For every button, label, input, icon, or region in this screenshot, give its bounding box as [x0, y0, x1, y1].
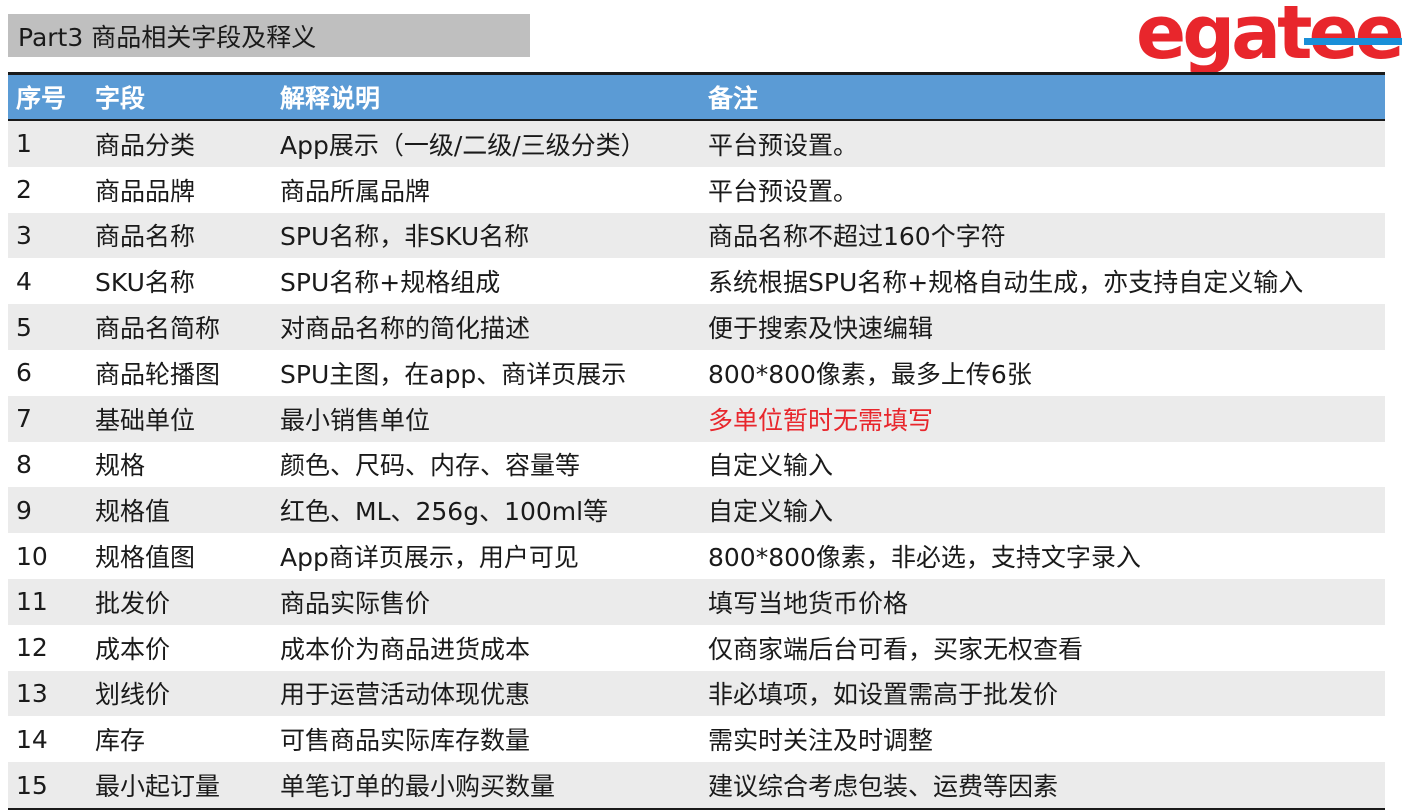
explanation-cell: SPU主图，在app、商详页展示 [280, 359, 627, 389]
index-cell: 13 [16, 678, 48, 708]
section-title-bar: Part3 商品相关字段及释义 [8, 14, 530, 57]
explanation-cell: 颜色、尺码、内存、容量等 [280, 451, 581, 481]
field-cell: 规格 [95, 451, 146, 481]
field-cell: 基础单位 [95, 405, 196, 435]
table-row: 6 商品轮播图 SPU主图，在app、商详页展示 800*800像素，最多上传6张 [8, 349, 1385, 396]
explanation-cell: SPU名称+规格组成 [280, 268, 501, 298]
field-cell: 划线价 [95, 680, 171, 710]
table-header-row: 序号 字段 解释说明 备注 [8, 75, 1385, 121]
field-cell: SKU名称 [95, 268, 195, 298]
remarks-cell: 非必填项，如设置需高于批发价 [708, 680, 1059, 710]
index-cell: 3 [16, 220, 32, 250]
remarks-cell: 平台预设置。 [708, 130, 859, 160]
table-row: 13 划线价 用于运营活动体现优惠 非必填项，如设置需高于批发价 [8, 670, 1385, 717]
index-cell: 7 [16, 404, 32, 434]
table-row: 8 规格 颜色、尺码、内存、容量等 自定义输入 [8, 441, 1385, 488]
field-cell: 商品名简称 [95, 314, 221, 344]
index-cell: 14 [16, 724, 48, 754]
header-index: 序号 [16, 84, 67, 113]
explanation-cell: 最小销售单位 [280, 405, 431, 435]
explanation-cell: SPU名称，非SKU名称 [280, 222, 530, 252]
remarks-cell: 自定义输入 [708, 451, 834, 481]
explanation-cell: 对商品名称的简化描述 [280, 314, 531, 344]
table-row: 11 批发价 商品实际售价 填写当地货币价格 [8, 578, 1385, 625]
table-row: 14 库存 可售商品实际库存数量 需实时关注及时调整 [8, 716, 1385, 763]
egatee-logo: egatee [1136, 0, 1406, 76]
table-row: 15 最小起订量 单笔订单的最小购买数量 建议综合考虑包装、运费等因素 [8, 762, 1385, 808]
field-cell: 商品分类 [95, 130, 196, 160]
table-body: 1 商品分类 App展示（一级/二级/三级分类） 平台预设置。 2 商品品牌 商品所属品牌 平… [8, 121, 1385, 808]
remarks-cell: 多单位暂时无需填写 [708, 405, 934, 435]
table-row: 1 商品分类 App展示（一级/二级/三级分类） 平台预设置。 [8, 121, 1385, 167]
explanation-cell: 商品实际售价 [280, 588, 431, 618]
section-title: Part3 商品相关字段及释义 [18, 22, 317, 52]
explanation-cell: 红色、ML、256g、100ml等 [280, 497, 609, 527]
remarks-cell: 自定义输入 [708, 497, 834, 527]
index-cell: 5 [16, 312, 32, 342]
field-cell: 商品名称 [95, 222, 196, 252]
field-cell: 库存 [95, 726, 146, 756]
index-cell: 10 [16, 541, 48, 571]
explanation-cell: 成本价为商品进货成本 [280, 634, 531, 664]
fields-table: 序号 字段 解释说明 备注 1 商品分类 App展示（一级/二级/三级分类） 平台预设… [8, 72, 1385, 810]
index-cell: 6 [16, 358, 32, 388]
header-remarks: 备注 [708, 84, 759, 113]
index-cell: 15 [16, 770, 48, 800]
field-cell: 批发价 [95, 588, 171, 618]
index-cell: 4 [16, 266, 32, 296]
remarks-cell: 商品名称不超过160个字符 [708, 222, 1006, 252]
explanation-cell: 可售商品实际库存数量 [280, 726, 531, 756]
remarks-cell: 仅商家端后台可看，买家无权查看 [708, 634, 1084, 664]
index-cell: 12 [16, 633, 48, 663]
table-row: 7 基础单位 最小销售单位 多单位暂时无需填写 [8, 395, 1385, 442]
explanation-cell: 单笔订单的最小购买数量 [280, 772, 556, 802]
remarks-cell: 系统根据SPU名称+规格自动生成，亦支持自定义输入 [708, 268, 1304, 298]
table-row: 10 规格值图 App商详页展示，用户可见 800*800像素，非必选，支持文字录入 [8, 533, 1385, 579]
table-row: 12 成本价 成本价为商品进货成本 仅商家端后台可看，买家无权查看 [8, 624, 1385, 671]
field-cell: 商品轮播图 [95, 359, 221, 389]
index-cell: 9 [16, 495, 32, 525]
field-cell: 规格值 [95, 497, 171, 527]
explanation-cell: App展示（一级/二级/三级分类） [280, 130, 646, 160]
header-field: 字段 [95, 84, 146, 113]
remarks-cell: 平台预设置。 [708, 176, 859, 206]
table-row: 5 商品名简称 对商品名称的简化描述 便于搜索及快速编辑 [8, 304, 1385, 350]
explanation-cell: 用于运营活动体现优惠 [280, 680, 531, 710]
index-cell: 11 [16, 587, 48, 617]
table-row: 9 规格值 红色、ML、256g、100ml等 自定义输入 [8, 487, 1385, 534]
table-row: 2 商品品牌 商品所属品牌 平台预设置。 [8, 166, 1385, 213]
field-cell: 最小起订量 [95, 772, 221, 802]
remarks-cell: 填写当地货币价格 [708, 588, 909, 618]
header-explanation: 解释说明 [280, 84, 381, 113]
table-row: 3 商品名称 SPU名称，非SKU名称 商品名称不超过160个字符 [8, 212, 1385, 259]
remarks-cell: 建议综合考虑包装、运费等因素 [708, 772, 1059, 802]
index-cell: 8 [16, 449, 32, 479]
remarks-cell: 800*800像素，非必选，支持文字录入 [708, 543, 1141, 573]
explanation-cell: 商品所属品牌 [280, 176, 431, 206]
remarks-cell: 800*800像素，最多上传6张 [708, 359, 1032, 389]
explanation-cell: App商详页展示，用户可见 [280, 543, 579, 573]
field-cell: 规格值图 [95, 543, 196, 573]
field-cell: 成本价 [95, 634, 171, 664]
field-cell: 商品品牌 [95, 176, 196, 206]
table-row: 4 SKU名称 SPU名称+规格组成 系统根据SPU名称+规格自动生成，亦支持自定义输… [8, 258, 1385, 305]
index-cell: 1 [16, 129, 32, 159]
logo-accent-bar [1304, 38, 1402, 45]
index-cell: 2 [16, 175, 32, 205]
remarks-cell: 需实时关注及时调整 [708, 726, 934, 756]
remarks-cell: 便于搜索及快速编辑 [708, 314, 934, 344]
